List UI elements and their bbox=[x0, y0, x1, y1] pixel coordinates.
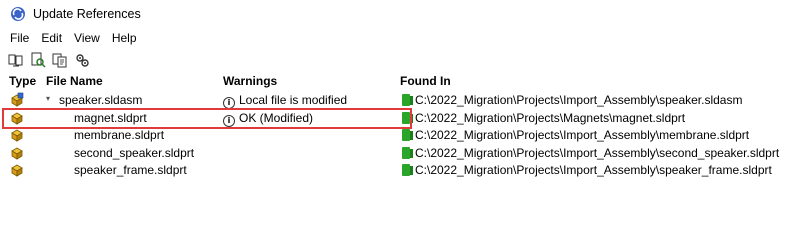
menu-edit[interactable]: Edit bbox=[35, 31, 68, 45]
column-header-file-name[interactable]: File Name bbox=[46, 74, 103, 88]
menu-help[interactable]: Help bbox=[106, 31, 143, 45]
copy-references-icon[interactable] bbox=[52, 52, 68, 68]
menu-view[interactable]: View bbox=[68, 31, 106, 45]
file-name: speaker_frame.sldprt bbox=[74, 163, 187, 177]
found-in-path: C:\2022_Migration\Projects\Magnets\magne… bbox=[415, 110, 686, 125]
found-in: C:\2022_Migration\Projects\Import_Assemb… bbox=[402, 146, 779, 160]
found-in-path: C:\2022_Migration\Projects\Import_Assemb… bbox=[415, 93, 743, 107]
part-icon bbox=[11, 147, 23, 160]
found-in-path: C:\2022_Migration\Projects\Import_Assemb… bbox=[415, 145, 780, 160]
found-in: C:\2022_Migration\Projects\Import_Assemb… bbox=[402, 128, 749, 142]
table-row[interactable]: ▾ speaker.sldasm i Local file is modified… bbox=[0, 91, 798, 109]
table-row[interactable]: second_speaker.sldprt C:\2022_Migration\… bbox=[0, 144, 798, 162]
found-in: C:\2022_Migration\Projects\Magnets\magne… bbox=[402, 111, 685, 125]
column-header-type[interactable]: Type bbox=[9, 74, 36, 88]
found-in: C:\2022_Migration\Projects\Import_Assemb… bbox=[402, 163, 772, 177]
assembly-icon bbox=[11, 92, 24, 107]
warning-text: OK (Modified) bbox=[239, 110, 314, 125]
part-icon bbox=[11, 164, 23, 177]
found-in-path: C:\2022_Migration\Projects\Import_Assemb… bbox=[415, 128, 750, 142]
window-title: Update References bbox=[33, 7, 141, 21]
title-bar: Update References bbox=[0, 0, 798, 28]
column-header-warnings[interactable]: Warnings bbox=[223, 74, 277, 88]
reference-table: ▾ speaker.sldasm i Local file is modified… bbox=[0, 91, 798, 179]
toolbar bbox=[0, 49, 798, 71]
table-row[interactable]: membrane.sldprt C:\2022_Migration\Projec… bbox=[0, 126, 798, 144]
info-icon: i bbox=[223, 114, 235, 127]
found-in: C:\2022_Migration\Projects\Import_Assemb… bbox=[402, 93, 742, 107]
file-name: speaker.sldasm bbox=[59, 93, 143, 107]
folder-icon bbox=[402, 129, 413, 141]
folder-icon bbox=[402, 146, 413, 159]
part-icon bbox=[11, 129, 23, 142]
part-icon bbox=[11, 112, 23, 125]
file-name: membrane.sldprt bbox=[74, 128, 165, 142]
table-row[interactable]: magnet.sldprt i OK (Modified) C:\2022_Mig… bbox=[0, 109, 798, 127]
warning: i Local file is modified bbox=[223, 93, 347, 109]
find-icon[interactable] bbox=[30, 52, 46, 68]
folder-icon bbox=[402, 111, 413, 124]
found-in-path: C:\2022_Migration\Projects\Import_Assemb… bbox=[415, 163, 772, 177]
column-header-found-in[interactable]: Found In bbox=[400, 74, 451, 88]
warning-text: Local file is modified bbox=[239, 93, 348, 107]
options-icon[interactable] bbox=[74, 52, 90, 68]
app-icon bbox=[11, 7, 25, 21]
menu-bar: File Edit View Help bbox=[0, 28, 798, 48]
column-header-row: Type File Name Warnings Found In bbox=[0, 72, 798, 90]
update-references-icon[interactable] bbox=[8, 52, 24, 68]
folder-icon bbox=[402, 164, 413, 176]
menu-file[interactable]: File bbox=[0, 31, 35, 45]
file-name: second_speaker.sldprt bbox=[74, 145, 195, 160]
warning: i OK (Modified) bbox=[223, 111, 313, 127]
info-icon: i bbox=[223, 97, 235, 109]
file-name: magnet.sldprt bbox=[74, 110, 147, 125]
collapse-icon[interactable]: ▾ bbox=[46, 94, 50, 103]
folder-icon bbox=[402, 94, 413, 106]
table-row[interactable]: speaker_frame.sldprt C:\2022_Migration\P… bbox=[0, 161, 798, 179]
